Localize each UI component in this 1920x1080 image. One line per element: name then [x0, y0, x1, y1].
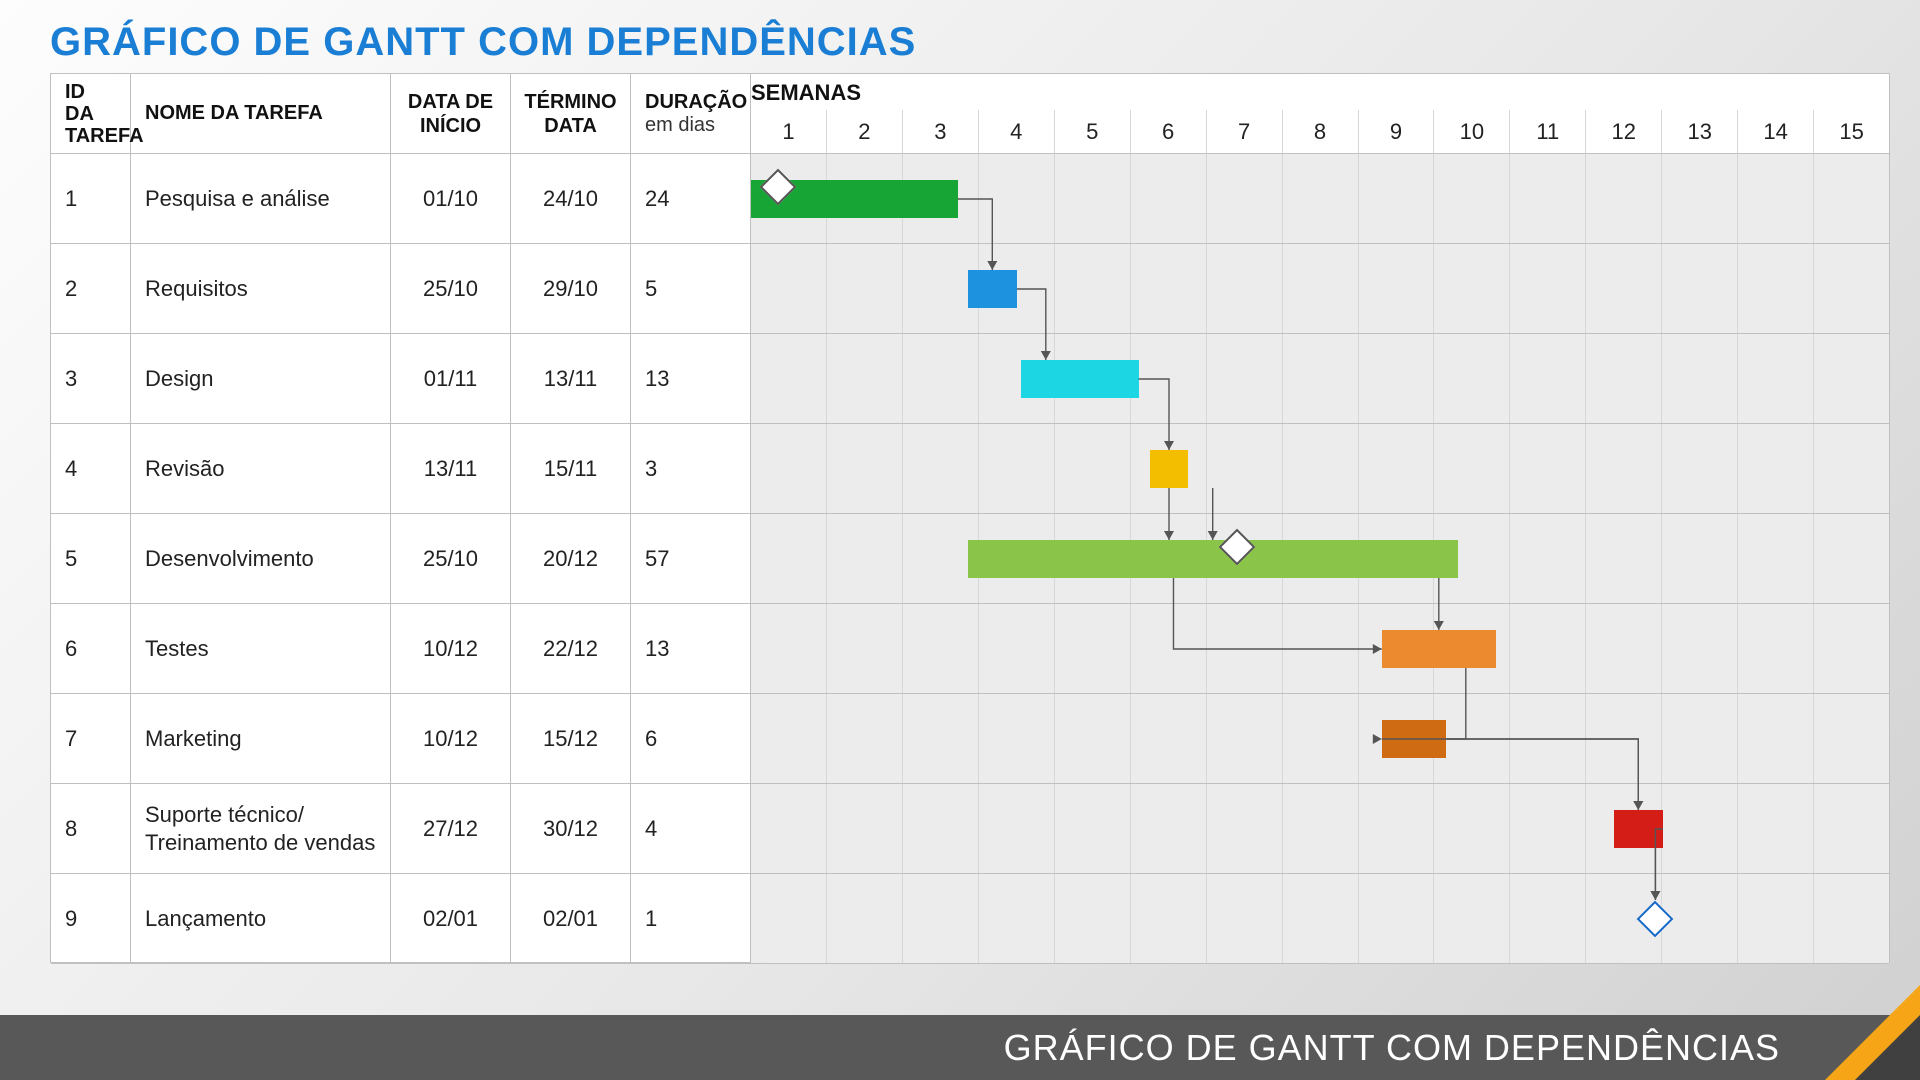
- cell-start: 02/01: [391, 874, 511, 963]
- cell-dur: 1: [631, 874, 751, 963]
- cell-dur: 3: [631, 424, 751, 513]
- cell-end: 30/12: [511, 784, 631, 873]
- cell-dur: 5: [631, 244, 751, 333]
- cell-end: 13/11: [511, 334, 631, 423]
- gantt-bar-task-5: [968, 540, 1458, 578]
- gantt-bar-task-8: [1614, 810, 1663, 848]
- table-row: 1Pesquisa e análise01/1024/1024: [51, 154, 1889, 244]
- cell-end: 20/12: [511, 514, 631, 603]
- cell-id: 1: [51, 154, 131, 243]
- cell-start: 10/12: [391, 694, 511, 783]
- cell-start: 27/12: [391, 784, 511, 873]
- week-col-8: 8: [1282, 110, 1358, 153]
- cell-end: 29/10: [511, 244, 631, 333]
- row-grid: [751, 694, 1889, 783]
- col-dur-label: DURAÇÃO: [645, 91, 736, 114]
- week-col-3: 3: [902, 110, 978, 153]
- cell-name: Testes: [131, 604, 391, 693]
- cell-id: 8: [51, 784, 131, 873]
- week-col-9: 9: [1358, 110, 1434, 153]
- cell-start: 25/10: [391, 244, 511, 333]
- cell-id: 2: [51, 244, 131, 333]
- gantt-bar-task-7: [1382, 720, 1447, 758]
- cell-name: Suporte técnico/ Treinamento de vendas: [131, 784, 391, 873]
- week-col-5: 5: [1054, 110, 1130, 153]
- week-col-7: 7: [1206, 110, 1282, 153]
- cell-name: Requisitos: [131, 244, 391, 333]
- cell-start: 01/11: [391, 334, 511, 423]
- row-grid: [751, 424, 1889, 513]
- col-start: DATA DE INÍCIO: [391, 74, 511, 153]
- cell-dur: 13: [631, 604, 751, 693]
- col-id: ID DA TAREFA: [51, 74, 131, 153]
- footer-title: GRÁFICO DE GANTT COM DEPENDÊNCIAS: [1004, 1027, 1780, 1069]
- cell-name: Pesquisa e análise: [131, 154, 391, 243]
- cell-start: 10/12: [391, 604, 511, 693]
- cell-dur: 13: [631, 334, 751, 423]
- row-grid: [751, 604, 1889, 693]
- cell-id: 7: [51, 694, 131, 783]
- table-row: 3Design01/1113/1113: [51, 334, 1889, 424]
- cell-end: 15/11: [511, 424, 631, 513]
- cell-end: 22/12: [511, 604, 631, 693]
- col-end: TÉRMINO DATA: [511, 74, 631, 153]
- cell-end: 02/01: [511, 874, 631, 963]
- col-name: NOME DA TAREFA: [131, 74, 391, 153]
- row-grid: [751, 784, 1889, 873]
- cell-end: 24/10: [511, 154, 631, 243]
- week-col-10: 10: [1433, 110, 1509, 153]
- cell-id: 9: [51, 874, 131, 963]
- cell-name: Desenvolvimento: [131, 514, 391, 603]
- cell-end: 15/12: [511, 694, 631, 783]
- cell-dur: 24: [631, 154, 751, 243]
- week-col-14: 14: [1737, 110, 1813, 153]
- row-grid: [751, 874, 1889, 963]
- gantt-frame: ID DA TAREFA NOME DA TAREFA DATA DE INÍC…: [50, 73, 1890, 963]
- row-grid: [751, 244, 1889, 333]
- cell-id: 3: [51, 334, 131, 423]
- table-row: 6Testes10/1222/1213: [51, 604, 1889, 694]
- week-col-4: 4: [978, 110, 1054, 153]
- cell-name: Design: [131, 334, 391, 423]
- week-col-13: 13: [1661, 110, 1737, 153]
- cell-start: 25/10: [391, 514, 511, 603]
- page-title: GRÁFICO DE GANTT COM DEPENDÊNCIAS: [50, 20, 916, 65]
- cell-start: 13/11: [391, 424, 511, 513]
- cell-name: Marketing: [131, 694, 391, 783]
- cell-id: 4: [51, 424, 131, 513]
- gantt-bar-task-6: [1382, 630, 1496, 668]
- gantt-bar-task-3: [1021, 360, 1139, 398]
- col-dur-sub: em dias: [645, 114, 736, 137]
- cell-id: 5: [51, 514, 131, 603]
- week-col-11: 11: [1509, 110, 1585, 153]
- table-header: ID DA TAREFA NOME DA TAREFA DATA DE INÍC…: [51, 74, 1889, 154]
- cell-id: 6: [51, 604, 131, 693]
- cell-dur: 6: [631, 694, 751, 783]
- cell-start: 01/10: [391, 154, 511, 243]
- corner-accent-dark: [1855, 1015, 1920, 1080]
- table-row: 9Lançamento02/0102/011: [51, 874, 1889, 964]
- footer-bar: GRÁFICO DE GANTT COM DEPENDÊNCIAS: [0, 1015, 1920, 1080]
- cell-name: Lançamento: [131, 874, 391, 963]
- week-col-6: 6: [1130, 110, 1206, 153]
- table-row: 7Marketing10/1215/126: [51, 694, 1889, 784]
- gantt-rows: 1Pesquisa e análise01/1024/10242Requisit…: [51, 154, 1889, 962]
- week-columns-header: 123456789101112131415: [751, 110, 1889, 153]
- col-dur: DURAÇÃO em dias: [631, 74, 751, 153]
- week-col-1: 1: [751, 110, 826, 153]
- week-col-12: 12: [1585, 110, 1661, 153]
- week-col-2: 2: [826, 110, 902, 153]
- cell-name: Revisão: [131, 424, 391, 513]
- table-row: 4Revisão13/1115/113: [51, 424, 1889, 514]
- cell-dur: 4: [631, 784, 751, 873]
- weeks-label: SEMANAS: [751, 80, 861, 106]
- gantt-bar-task-2: [968, 270, 1017, 308]
- row-grid: [751, 334, 1889, 423]
- week-col-15: 15: [1813, 110, 1889, 153]
- gantt-bar-task-4: [1150, 450, 1188, 488]
- cell-dur: 57: [631, 514, 751, 603]
